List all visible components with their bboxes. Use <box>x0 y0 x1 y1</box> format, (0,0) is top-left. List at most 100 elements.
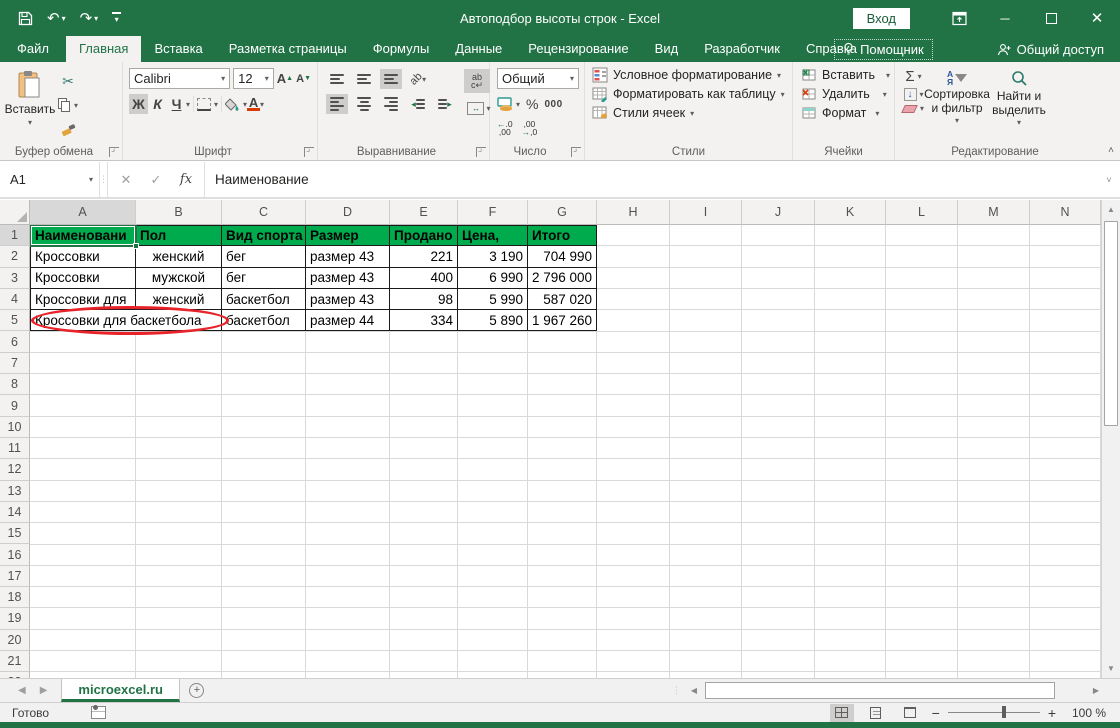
row-header-2[interactable]: 2 <box>0 246 30 268</box>
cell-D5[interactable]: размер 44 <box>305 309 390 332</box>
page-break-view-button[interactable] <box>898 704 922 722</box>
orientation-button[interactable]: ab ▾ <box>407 69 429 89</box>
alignment-dialog-launcher[interactable] <box>476 143 486 157</box>
cell-B1[interactable]: Пол <box>135 225 222 247</box>
new-sheet-button[interactable]: + <box>180 679 214 702</box>
cell-G3[interactable]: 2 796 000 <box>527 266 597 289</box>
format-cells-button[interactable]: Формат ▾ <box>801 105 892 121</box>
cell-G5[interactable]: 1 967 260 <box>527 309 597 332</box>
row-header-9[interactable]: 9 <box>0 395 30 417</box>
redo-caret-icon[interactable]: ▾ <box>94 14 98 23</box>
save-icon[interactable] <box>18 11 33 26</box>
font-dialog-launcher[interactable] <box>304 143 314 157</box>
cell-styles-button[interactable]: Стили ячеек ▾ <box>592 105 790 121</box>
increase-decimal-button[interactable]: ←.0,00 <box>497 120 513 137</box>
tab-developer[interactable]: Разработчик <box>691 36 793 62</box>
clear-button[interactable]: ▾ <box>901 104 924 113</box>
cell-E3[interactable]: 400 <box>389 266 458 289</box>
align-left-button[interactable] <box>326 94 348 114</box>
tab-data[interactable]: Данные <box>442 36 515 62</box>
delete-cells-button[interactable]: Удалить ▾ <box>801 86 892 102</box>
cell-A3[interactable]: Кроссовки <box>30 266 136 289</box>
format-painter-button[interactable] <box>58 120 78 138</box>
cell-A1[interactable]: Наименовани <box>30 225 136 247</box>
scroll-down-icon[interactable]: ▼ <box>1102 659 1120 678</box>
row-header-3[interactable]: 3 <box>0 267 30 289</box>
scroll-left-icon[interactable]: ◀ <box>685 681 703 700</box>
column-header-C[interactable]: C <box>222 200 306 225</box>
bold-button[interactable]: Ж <box>129 94 148 114</box>
cancel-icon[interactable]: ✕ <box>112 166 140 194</box>
select-all-button[interactable] <box>0 200 30 225</box>
tab-review[interactable]: Рецензирование <box>515 36 641 62</box>
align-center-button[interactable] <box>353 94 375 114</box>
wrap-text-button[interactable]: ab c↵ <box>464 69 490 93</box>
column-header-L[interactable]: L <box>886 200 958 225</box>
undo-button[interactable]: ↶ ▾ <box>47 9 66 27</box>
row-header-1[interactable]: 1 <box>0 225 30 247</box>
cell-A4[interactable]: Кроссовки для <box>30 287 136 311</box>
column-header-M[interactable]: M <box>958 200 1030 225</box>
fill-button[interactable]: ↓ ▾ <box>903 88 924 101</box>
column-header-H[interactable]: H <box>597 200 670 225</box>
font-color-caret-icon[interactable]: ▾ <box>260 100 264 109</box>
undo-caret-icon[interactable]: ▾ <box>62 14 66 23</box>
cell-G4[interactable]: 587 020 <box>527 287 597 311</box>
cell-F2[interactable]: 3 190 <box>457 245 528 268</box>
close-button[interactable]: ✕ <box>1074 0 1120 36</box>
grid-body[interactable]: Наименовани Пол Вид спорта Размер Продано Цен… <box>30 225 1101 678</box>
row-header-16[interactable]: 16 <box>0 544 30 566</box>
row-header-14[interactable]: 14 <box>0 501 30 524</box>
number-format-combo[interactable]: Общий ▾ <box>497 68 579 89</box>
scroll-right-icon[interactable]: ▶ <box>1087 681 1105 700</box>
ribbon-display-options-icon[interactable] <box>936 0 982 36</box>
next-sheet-icon[interactable]: ▶ <box>40 685 48 696</box>
row-header-21[interactable]: 21 <box>0 650 30 673</box>
cell-E4[interactable]: 98 <box>389 287 458 311</box>
tab-insert[interactable]: Вставка <box>141 36 215 62</box>
italic-button[interactable]: К <box>148 94 167 114</box>
cell-D3[interactable]: размер 43 <box>305 266 390 289</box>
prev-sheet-icon[interactable]: ◀ <box>18 685 26 696</box>
sort-filter-button[interactable]: АЯ Сортировка и фильтр ▾ <box>924 66 990 142</box>
font-color-button[interactable]: А <box>247 96 261 111</box>
align-middle-button[interactable] <box>353 69 375 89</box>
copy-button[interactable]: ▾ <box>58 96 78 114</box>
cell-E2[interactable]: 221 <box>389 245 458 268</box>
cell-A5[interactable]: Кроссовки для баскетбола <box>30 309 222 332</box>
assistant-button[interactable]: Помощник <box>834 38 933 60</box>
increase-font-size-button[interactable]: A ▲ <box>277 71 293 86</box>
column-header-E[interactable]: E <box>390 200 458 225</box>
zoom-slider[interactable] <box>947 706 1040 718</box>
zoom-slider-thumb[interactable] <box>1001 706 1006 718</box>
tab-page-layout[interactable]: Разметка страницы <box>216 36 360 62</box>
fill-color-button[interactable]: ▾ <box>225 97 247 112</box>
zoom-in-button[interactable]: + <box>1048 706 1056 720</box>
decrease-indent-button[interactable]: ◂ <box>407 94 429 114</box>
scroll-up-icon[interactable]: ▲ <box>1102 200 1120 219</box>
cell-E1[interactable]: Продано <box>389 225 458 247</box>
decrease-font-size-button[interactable]: A ▼ <box>296 73 311 85</box>
tab-formulas[interactable]: Формулы <box>360 36 443 62</box>
row-header-7[interactable]: 7 <box>0 352 30 375</box>
macro-record-icon[interactable] <box>91 705 107 719</box>
cell-B2[interactable]: женский <box>135 245 222 268</box>
cell-B4[interactable]: женский <box>135 287 222 311</box>
comma-style-button[interactable]: 000 <box>544 99 562 110</box>
tab-view[interactable]: Вид <box>642 36 692 62</box>
collapse-ribbon-icon[interactable]: ˄ <box>1108 145 1114 156</box>
row-header-4[interactable]: 4 <box>0 288 30 311</box>
tab-scrollbar-splitter[interactable]: ⋮ <box>668 679 685 702</box>
find-select-button[interactable]: Найти и выделить ▾ <box>988 66 1050 142</box>
row-header-18[interactable]: 18 <box>0 587 30 609</box>
column-header-J[interactable]: J <box>742 200 815 225</box>
cell-C4[interactable]: баскетбол <box>221 287 306 311</box>
align-bottom-button[interactable] <box>380 69 402 89</box>
cell-A2[interactable]: Кроссовки <box>30 245 136 268</box>
cell-F4[interactable]: 5 990 <box>457 287 528 311</box>
paste-button[interactable]: Вставить ▾ <box>2 66 58 142</box>
cell-D2[interactable]: размер 43 <box>305 245 390 268</box>
sign-in-button[interactable]: Вход <box>852 7 910 29</box>
cell-G1[interactable]: Итого <box>527 225 597 247</box>
underline-caret-icon[interactable]: ▾ <box>186 100 190 109</box>
